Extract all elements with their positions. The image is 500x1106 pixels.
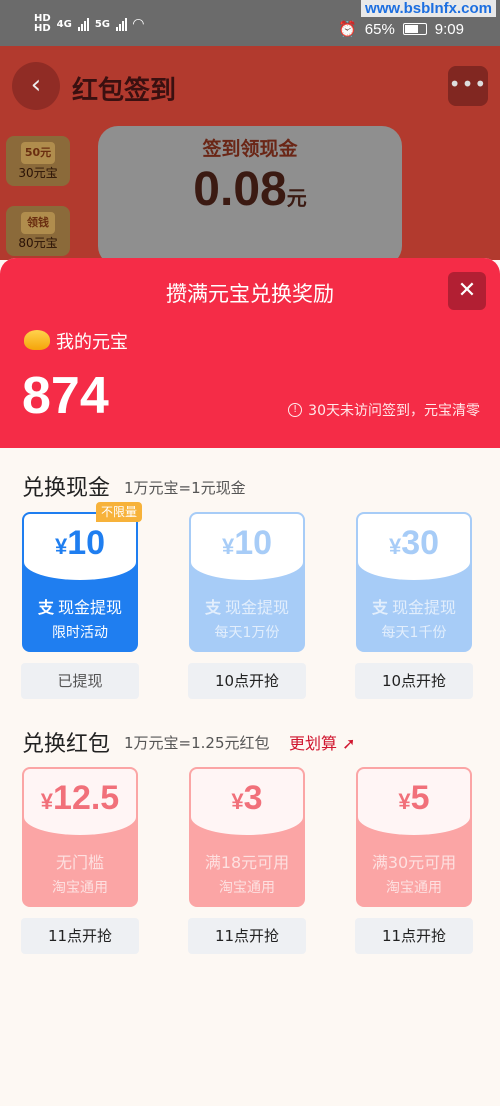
- cash-card-1[interactable]: ¥10 支现金提现 限时活动: [22, 512, 138, 652]
- alarm-icon: ⏰: [338, 21, 357, 38]
- redpacket-button-2[interactable]: 11点开抢: [188, 918, 306, 954]
- redpacket-card-3-detail: 淘宝通用: [386, 880, 442, 896]
- cash-button-2[interactable]: 10点开抢: [188, 663, 306, 699]
- side-tile-1[interactable]: 50元 30元宝: [6, 136, 70, 186]
- cash-rate: 1万元宝=1元现金: [124, 479, 246, 497]
- watermark: www.bsbInfx.com: [361, 0, 496, 17]
- network-hd-bottom: HD: [34, 23, 51, 34]
- more-dots-icon: •••: [448, 72, 488, 96]
- side-tile-1-label: 30元宝: [18, 166, 58, 180]
- back-button[interactable]: ‹: [12, 62, 60, 110]
- gold-ingot-icon: [24, 330, 50, 350]
- cash-card-2-detail: 每天1万份: [214, 625, 280, 641]
- side-tile-2[interactable]: 领钱 80元宝: [6, 206, 70, 256]
- battery-icon: [402, 23, 427, 35]
- arrow-up-icon: ➚: [337, 734, 356, 753]
- sheet-header: 攒满元宝兑换奖励 ✕ 我的元宝 874 ! 30天未访问签到，元宝清零: [0, 258, 500, 448]
- redpacket-card-1[interactable]: ¥12.5 无门槛 淘宝通用: [22, 767, 138, 907]
- redpacket-button-3[interactable]: 11点开抢: [355, 918, 473, 954]
- alipay-icon: 支: [204, 598, 221, 617]
- chevron-left-icon: ‹: [30, 70, 42, 100]
- close-button[interactable]: ✕: [448, 272, 486, 310]
- page-title: 红包签到: [72, 76, 177, 106]
- side-tile-2-badge: 领钱: [21, 212, 55, 234]
- signal-icon-2: [116, 17, 128, 31]
- background-page: ‹ 红包签到 ••• 50元 30元宝 领钱 80元宝 签到领现金 0.08元: [0, 46, 500, 260]
- network-4g: 4G: [56, 18, 72, 30]
- side-tile-2-label: 80元宝: [18, 236, 58, 250]
- info-icon: !: [288, 403, 303, 417]
- expiry-notice: ! 30天未访问签到，元宝清零: [288, 400, 480, 420]
- cash-card-3[interactable]: ¥30 支现金提现 每天1千份: [356, 512, 472, 652]
- cash-card-1-detail: 限时活动: [52, 625, 108, 641]
- cash-section-title: 兑换现金: [22, 476, 111, 501]
- battery-percent: 65%: [364, 20, 395, 38]
- redpacket-button-1[interactable]: 11点开抢: [21, 918, 139, 954]
- signal-icon: [77, 17, 89, 31]
- redpacket-rate: 1万元宝=1.25元红包: [124, 734, 270, 752]
- cash-card-1-name: 支现金提现: [24, 594, 136, 618]
- cash-button-1[interactable]: 已提现: [21, 663, 139, 699]
- cash-card-3-detail: 每天1千份: [381, 625, 447, 641]
- wifi-icon: ◠: [133, 16, 144, 32]
- redpacket-card-2-detail: 淘宝通用: [219, 880, 275, 896]
- checkin-card: 签到领现金 0.08元: [98, 126, 402, 260]
- network-5g: 5G: [94, 18, 111, 30]
- side-tile-1-badge: 50元: [21, 142, 55, 164]
- redpacket-card-2-name: 满18元可用: [204, 853, 290, 872]
- checkin-card-label: 签到领现金: [202, 138, 298, 160]
- cash-card-2-amount: ¥10: [221, 524, 273, 562]
- cash-card-1-amount: ¥10: [54, 524, 106, 562]
- redpacket-card-1-amount: ¥12.5: [40, 779, 120, 817]
- cash-card-3-name: 支现金提现: [358, 594, 470, 618]
- expiry-notice-text: 30天未访问签到，元宝清零: [308, 403, 480, 419]
- checkin-card-amount: 0.08元: [98, 162, 402, 217]
- redpacket-card-3-name: 满30元可用: [371, 853, 457, 872]
- network-indicators: HD HD 4G 5G ◠: [34, 14, 144, 34]
- clock: 9:09: [434, 20, 464, 38]
- redpacket-card-3-amount: ¥5: [398, 779, 430, 817]
- cash-card-2[interactable]: ¥10 支现金提现 每天1万份: [189, 512, 305, 652]
- redpacket-card-2-amount: ¥3: [231, 779, 263, 817]
- close-icon: ✕: [457, 278, 477, 303]
- my-coins-label: 我的元宝: [56, 332, 128, 353]
- sheet-title: 攒满元宝兑换奖励: [166, 282, 334, 306]
- checkin-amount-value: 0.08: [193, 163, 287, 216]
- promo-label: 更划算 ➚: [289, 730, 356, 754]
- coin-balance: 874: [22, 367, 109, 425]
- redpacket-card-3[interactable]: ¥5 满30元可用 淘宝通用: [356, 767, 472, 907]
- promo-text: 更划算: [289, 734, 338, 753]
- status-right: ⏰ 65% 9:09: [338, 20, 464, 39]
- cash-card-3-amount: ¥30: [388, 524, 440, 562]
- redpacket-section-title: 兑换红包: [22, 732, 111, 757]
- alipay-icon: 支: [371, 598, 388, 617]
- cash-card-2-name: 支现金提现: [191, 594, 303, 618]
- checkin-amount-unit: 元: [286, 188, 307, 210]
- redpacket-card-1-name: 无门槛: [55, 853, 104, 872]
- redpacket-card-2[interactable]: ¥3 满18元可用 淘宝通用: [189, 767, 305, 907]
- unlimited-badge: 不限量: [96, 502, 142, 522]
- more-button[interactable]: •••: [448, 66, 488, 106]
- cash-button-3[interactable]: 10点开抢: [355, 663, 473, 699]
- alipay-icon: 支: [37, 598, 54, 617]
- redpacket-card-1-detail: 淘宝通用: [52, 880, 108, 896]
